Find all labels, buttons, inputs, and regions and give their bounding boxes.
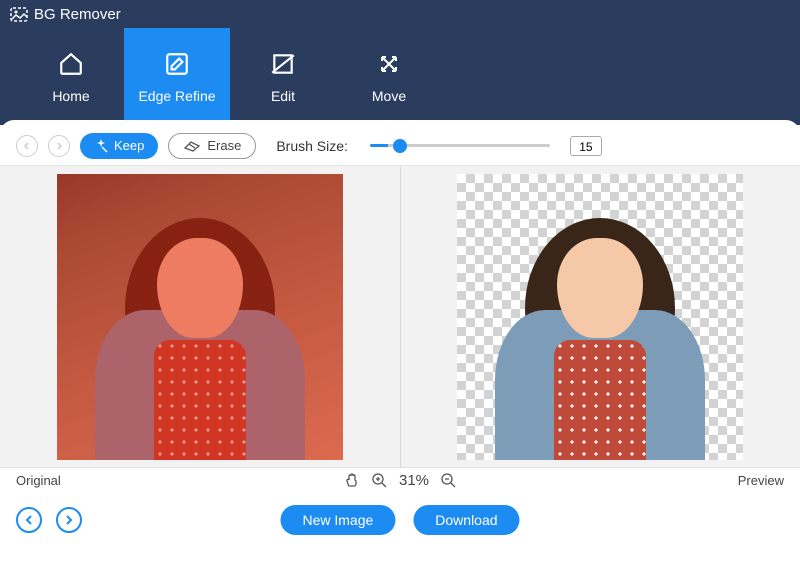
workspace (0, 165, 800, 467)
tab-label: Edit (271, 88, 295, 104)
preview-image (457, 174, 743, 460)
home-icon (57, 50, 85, 78)
tab-edit[interactable]: Edit (230, 28, 336, 125)
toolbar: Keep Erase Brush Size: 15 (0, 120, 800, 165)
zoom-in-icon[interactable] (372, 473, 387, 488)
keep-button[interactable]: Keep (80, 133, 158, 159)
app-title: BG Remover (34, 6, 121, 23)
erase-label: Erase (207, 138, 241, 153)
original-panel[interactable] (0, 166, 400, 467)
app-logo-icon (10, 7, 28, 22)
tab-home[interactable]: Home (18, 28, 124, 125)
prev-image-button[interactable] (16, 507, 42, 533)
arrows-move-icon (375, 50, 403, 78)
statusbar: Original 31% Preview (0, 467, 800, 492)
tab-move[interactable]: Move (336, 28, 442, 125)
download-button[interactable]: Download (413, 505, 519, 535)
footer: New Image Download (0, 495, 800, 545)
tab-edge-refine[interactable]: Edge Refine (124, 28, 230, 125)
header: BG Remover Home Edge Refine Edit Move (0, 0, 800, 125)
crop-icon (269, 50, 297, 78)
eraser-icon (183, 140, 201, 152)
original-label: Original (16, 473, 61, 488)
original-image (57, 174, 343, 460)
pan-hand-icon[interactable] (344, 472, 360, 488)
next-image-button[interactable] (56, 507, 82, 533)
new-image-button[interactable]: New Image (280, 505, 395, 535)
brush-size-value: 15 (570, 136, 602, 156)
brush-size-slider[interactable] (370, 144, 550, 147)
magic-wand-icon (94, 139, 108, 153)
preview-label: Preview (738, 473, 784, 488)
preview-panel[interactable] (400, 166, 800, 467)
pencil-square-icon (163, 50, 191, 78)
brush-size-label: Brush Size: (276, 138, 348, 154)
tab-label: Home (52, 88, 89, 104)
tab-label: Edge Refine (138, 88, 215, 104)
keep-label: Keep (114, 138, 144, 153)
titlebar: BG Remover (0, 0, 800, 28)
undo-button[interactable] (16, 135, 38, 157)
zoom-level: 31% (399, 472, 429, 489)
tab-label: Move (372, 88, 406, 104)
erase-button[interactable]: Erase (168, 133, 256, 159)
redo-button[interactable] (48, 135, 70, 157)
tabs-container: Home Edge Refine Edit Move (0, 28, 800, 125)
zoom-out-icon[interactable] (441, 473, 456, 488)
